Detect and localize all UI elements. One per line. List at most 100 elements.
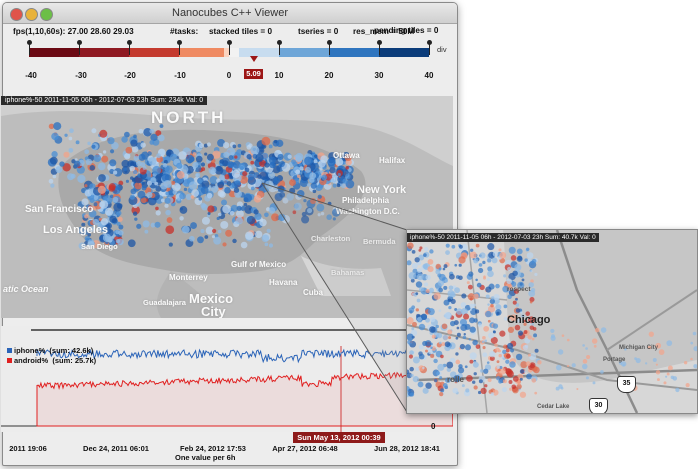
heat-spot [277, 185, 285, 193]
heat-spot [289, 179, 296, 187]
heat-spot [342, 178, 348, 184]
heat-spot [675, 387, 680, 393]
heat-spot [655, 370, 661, 375]
heat-spot [179, 206, 188, 214]
heat-spot [314, 154, 318, 158]
heat-spot [113, 170, 118, 175]
map-label: Bahamas [331, 268, 365, 277]
heat-spot [511, 384, 517, 390]
heat-spot [261, 136, 271, 146]
heat-spot [487, 243, 495, 251]
heat-spot [63, 151, 70, 158]
legend-iphone[interactable]: iphone% (sum: 42.6k) [7, 346, 93, 355]
map-label: Monterrey [169, 273, 208, 282]
heat-spot [693, 346, 697, 352]
heat-spot [278, 213, 286, 222]
heatmap-map[interactable]: iphone%-50 2011-11-05 06h - 2012-07-03 2… [1, 96, 453, 318]
heat-spot [146, 191, 153, 199]
heat-spot [450, 320, 456, 327]
legend-sum: (sum: 42.6k) [49, 346, 94, 355]
heat-spot [130, 188, 137, 195]
heat-spot [439, 341, 442, 345]
colorbar-tick-label: 40 [424, 71, 434, 80]
heat-spot [204, 152, 208, 156]
heat-spot [507, 266, 512, 272]
heat-spot [496, 360, 500, 364]
heat-spot [512, 376, 519, 382]
map-label: New York [357, 184, 407, 196]
map-label: Havana [269, 278, 298, 287]
heat-spot [458, 263, 462, 267]
legend-swatch [7, 358, 12, 363]
heat-spot [317, 194, 322, 199]
heat-spot [458, 256, 466, 264]
map-label: San Diego [81, 242, 118, 251]
heat-spot [204, 235, 209, 239]
heat-spot [472, 361, 479, 368]
heat-spot [220, 220, 229, 229]
heat-spot [461, 384, 465, 388]
heat-spot [527, 335, 532, 340]
legend-sum: (sum: 25.7k) [52, 356, 97, 365]
legend-name: iphone% [14, 346, 46, 355]
heat-spot [53, 122, 62, 131]
heat-spot [345, 173, 351, 180]
heat-spot [268, 156, 277, 164]
x-tick-label: Apr 27, 2012 06:48 [272, 444, 338, 453]
heat-spot [102, 150, 107, 154]
heat-spot [454, 263, 458, 267]
heat-spot [514, 263, 522, 271]
heat-spot [492, 330, 496, 334]
heat-spot [458, 323, 462, 327]
heat-spot [473, 258, 479, 264]
heat-spot [533, 366, 540, 374]
heat-spot [332, 183, 337, 188]
heat-spot [415, 367, 419, 371]
heat-spot [483, 368, 489, 374]
heat-spot [236, 205, 242, 212]
heat-spot [50, 183, 55, 188]
heat-spot [486, 257, 492, 263]
heat-spot [487, 319, 491, 323]
heat-spot [690, 357, 693, 361]
heat-spot [519, 391, 527, 398]
legend-android[interactable]: android% (sum: 25.7k) [7, 356, 96, 365]
heat-spot [197, 236, 204, 244]
inset-heat-spots [407, 242, 697, 398]
heat-spot [478, 263, 483, 267]
route-shield-icon: 35 [617, 376, 636, 393]
heat-spot [150, 133, 158, 142]
heat-spot [279, 191, 286, 198]
highlighted-time-label: Sun May 13, 2012 00:39 [293, 432, 385, 443]
zoom-inset[interactable]: iphone%-50 2011-11-05 06h - 2012-07-03 2… [406, 229, 698, 414]
heat-spot [510, 255, 517, 261]
heat-spot [438, 273, 446, 281]
heat-spot [238, 162, 246, 170]
timeseries-chart[interactable] [1, 326, 453, 432]
heat-spot [172, 189, 177, 195]
heat-spot [257, 169, 261, 173]
colorbar-tick-label: -20 [124, 71, 136, 80]
heat-spot [576, 387, 579, 391]
heat-spot [600, 327, 607, 333]
heat-spot [506, 370, 514, 378]
heat-spot [561, 334, 565, 337]
heat-spot [273, 139, 278, 144]
heat-spot [427, 258, 434, 265]
heat-spot [273, 177, 281, 185]
heat-spot [502, 379, 507, 384]
heat-spot [506, 278, 512, 285]
timeseries-panel[interactable]: iphone% (sum: 42.6k) android% (sum: 25.7… [1, 326, 453, 432]
heat-spot [516, 256, 523, 262]
heat-spot [142, 166, 147, 170]
heat-spot [470, 248, 474, 252]
heat-spot [494, 343, 498, 347]
heat-spot [107, 137, 115, 145]
heat-spot [555, 364, 562, 371]
heat-spot [461, 293, 467, 299]
heat-spot [407, 339, 413, 345]
heat-spot [600, 370, 604, 374]
heat-spot [125, 179, 129, 183]
heat-spot [424, 247, 429, 252]
resolution-label: One value per 6h [175, 453, 236, 462]
